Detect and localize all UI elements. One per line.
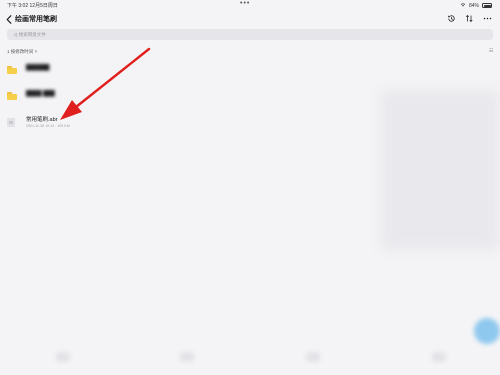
- faded-overlay-region: [380, 90, 500, 250]
- item-meta: 2021-11-28 10:14 · 105 KM: [26, 124, 70, 128]
- back-button[interactable]: [3, 12, 15, 26]
- sort-bar: 1 按修改时间 ˅ ☷: [7, 48, 493, 56]
- ellipsis-icon: [483, 17, 492, 20]
- status-time-date: 下午 3:02 12月5日周日: [7, 3, 58, 9]
- navigation-bar: 绘画常用笔刷: [0, 10, 500, 28]
- history-button[interactable]: [446, 13, 457, 24]
- battery-icon: [482, 3, 492, 8]
- clock-icon: [447, 15, 455, 22]
- tab-bar: [0, 340, 500, 375]
- folder-icon: [7, 92, 17, 100]
- item-name: 常用笔刷.abr: [26, 117, 58, 123]
- file-icon: [7, 118, 15, 127]
- more-button[interactable]: [482, 13, 493, 24]
- sort-button[interactable]: [464, 13, 475, 24]
- list-item-folder-1[interactable]: ██████: [0, 58, 500, 84]
- tab-bar-item[interactable]: [180, 352, 194, 362]
- item-name: ██████: [26, 65, 50, 71]
- tab-bar-item[interactable]: [432, 352, 446, 362]
- tab-bar-item[interactable]: [306, 352, 320, 362]
- sort-arrows-icon: [465, 14, 473, 23]
- status-right: 84%: [460, 2, 492, 9]
- folder-icon: [7, 66, 17, 74]
- wifi-icon: [460, 2, 466, 9]
- view-toggle-button[interactable]: ☷: [489, 48, 493, 54]
- page-title: 绘画常用笔刷: [15, 16, 57, 23]
- sort-by-modified-button[interactable]: 1 按修改时间 ˅: [7, 49, 37, 55]
- search-input[interactable]: [14, 32, 214, 37]
- battery-percent: 84%: [468, 2, 479, 9]
- status-bar: 下午 3:02 12月5日周日 ••• 84%: [0, 0, 500, 10]
- chevron-left-icon: [6, 14, 12, 24]
- multitasking-dots[interactable]: •••: [240, 0, 250, 7]
- item-name: ████ ███: [26, 91, 55, 97]
- nav-actions: [446, 13, 493, 24]
- floating-action-button[interactable]: [474, 318, 500, 344]
- search-bar[interactable]: [7, 29, 493, 40]
- tab-bar-item[interactable]: [56, 352, 70, 362]
